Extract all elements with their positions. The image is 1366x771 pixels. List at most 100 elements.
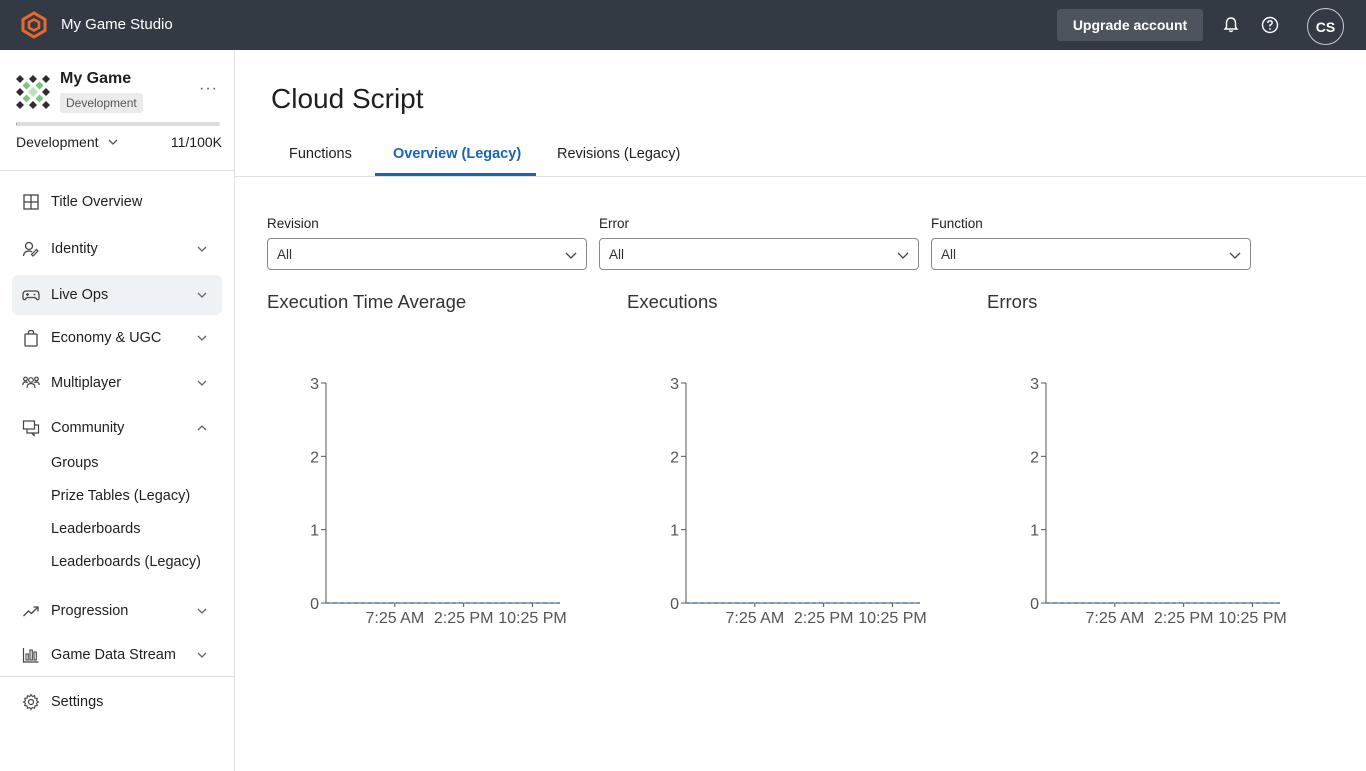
upgrade-account-button[interactable]: Upgrade account <box>1057 9 1203 41</box>
chevron-down-icon <box>197 246 207 252</box>
environment-select-label: Development <box>16 134 99 150</box>
trend-icon <box>23 606 39 617</box>
tab-overview-legacy[interactable]: Overview (Legacy) <box>393 146 521 162</box>
x-tick-label: 10:25 PM <box>498 610 566 627</box>
y-tick-label: 0 <box>670 596 679 613</box>
x-tick-label: 7:25 AM <box>1085 610 1144 627</box>
chevron-down-icon <box>108 139 117 145</box>
x-tick-label: 7:25 AM <box>365 610 424 627</box>
tab-functions[interactable]: Functions <box>289 146 352 162</box>
y-tick-label: 1 <box>1030 523 1039 540</box>
page-title: Cloud Script <box>271 83 424 114</box>
sidebar-item-settings[interactable]: Settings <box>12 682 222 722</box>
y-tick-label: 1 <box>310 523 319 540</box>
sidebar-item-label: Live Ops <box>51 287 109 303</box>
sidebar-item-game-data-stream[interactable]: Game Data Stream <box>12 635 222 675</box>
sidebar-item-progression[interactable]: Progression <box>12 591 222 631</box>
sidebar-subitem-groups[interactable]: Groups <box>51 455 99 471</box>
chevron-down-icon <box>197 380 207 386</box>
chevron-up-icon <box>197 425 207 431</box>
tabs-divider <box>235 176 1366 177</box>
sidebar-item-economy-ugc[interactable]: Economy & UGC <box>12 318 222 358</box>
x-tick-label: 7:25 AM <box>725 610 784 627</box>
gear-icon <box>22 693 40 711</box>
sidebar-item-title-overview[interactable]: Title Overview <box>12 182 222 222</box>
function-select[interactable]: All <box>931 238 1251 270</box>
execution-time-chart-title: Execution Time Average <box>267 291 467 312</box>
chevron-down-icon <box>197 608 207 614</box>
errors-chart: 0 1 2 3 7:25 AM 2:25 PM 10:25 PM <box>1030 376 1287 627</box>
chevron-down-icon <box>197 292 207 298</box>
gamepad-icon <box>22 290 40 301</box>
sidebar-item-label: Economy & UGC <box>51 330 162 346</box>
error-select-value: All <box>609 247 625 262</box>
x-tick-label: 2:25 PM <box>794 610 854 627</box>
chevron-down-icon <box>197 652 207 658</box>
executions-chart: 0 1 2 3 7:25 AM 2:25 PM 10:25 PM <box>670 376 927 627</box>
executions-chart-title: Executions <box>627 291 718 312</box>
environment-badge: Development <box>60 93 143 113</box>
y-tick-label: 1 <box>670 523 679 540</box>
avatar[interactable]: CS <box>1307 8 1344 45</box>
chevron-down-icon <box>565 252 577 259</box>
bag-icon <box>24 329 38 347</box>
errors-chart-title: Errors <box>987 291 1038 312</box>
y-tick-label: 3 <box>670 376 679 393</box>
error-select[interactable]: All <box>599 238 919 270</box>
sidebar-subitem-prize-tables[interactable]: Prize Tables (Legacy) <box>51 488 190 504</box>
y-tick-label: 0 <box>1030 596 1039 613</box>
sidebar-item-community[interactable]: Community <box>12 408 222 448</box>
y-tick-label: 2 <box>670 449 679 466</box>
more-options-button[interactable]: ··· <box>199 80 218 98</box>
y-tick-label: 2 <box>1030 449 1039 466</box>
tab-revisions-legacy[interactable]: Revisions (Legacy) <box>557 146 680 162</box>
x-tick-label: 2:25 PM <box>1154 610 1214 627</box>
x-tick-label: 10:25 PM <box>858 610 926 627</box>
sidebar-item-label: Game Data Stream <box>51 647 176 663</box>
game-icon <box>16 75 50 109</box>
sidebar-item-multiplayer[interactable]: Multiplayer <box>12 363 222 403</box>
usage-bar <box>16 122 220 126</box>
x-tick-label: 2:25 PM <box>434 610 494 627</box>
x-tick-label: 10:25 PM <box>1218 610 1286 627</box>
revision-select[interactable]: All <box>267 238 587 270</box>
function-select-value: All <box>941 247 957 262</box>
execution-time-chart: 0 1 2 3 7:25 AM 2:25 PM 10:25 PM <box>310 376 567 627</box>
usage-bar-fill <box>16 122 17 126</box>
sidebar-item-label: Multiplayer <box>51 375 122 391</box>
revision-filter-label: Revision <box>267 216 319 231</box>
studio-name[interactable]: My Game Studio <box>61 16 173 33</box>
people-icon <box>22 376 40 389</box>
y-tick-label: 0 <box>310 596 319 613</box>
sidebar-item-identity[interactable]: Identity <box>12 229 222 269</box>
grid-icon <box>23 194 39 210</box>
sidebar-item-live-ops[interactable]: Live Ops <box>12 275 222 315</box>
sidebar-subitem-leaderboards[interactable]: Leaderboards <box>51 521 141 537</box>
bar-chart-icon <box>22 648 39 663</box>
sidebar: My Game Development ··· Development 11/1… <box>0 50 235 771</box>
revision-select-value: All <box>277 247 293 262</box>
sidebar-item-label: Progression <box>51 603 129 619</box>
identity-icon <box>22 241 39 257</box>
usage-count: 11/100K <box>170 134 222 150</box>
environment-select[interactable]: Development <box>16 134 119 150</box>
y-tick-label: 2 <box>310 449 319 466</box>
y-tick-label: 3 <box>310 376 319 393</box>
y-tick-label: 3 <box>1030 376 1039 393</box>
sidebar-item-label: Title Overview <box>51 194 143 210</box>
sidebar-item-label: Community <box>51 420 125 436</box>
help-icon[interactable] <box>1260 15 1280 35</box>
error-filter-label: Error <box>599 216 629 231</box>
sidebar-divider <box>0 676 235 677</box>
sidebar-divider <box>0 170 235 171</box>
studio-logo-icon[interactable] <box>20 11 48 39</box>
sidebar-subitem-leaderboards-legacy[interactable]: Leaderboards (Legacy) <box>51 554 201 570</box>
top-bar: My Game Studio Upgrade account CS <box>0 0 1366 50</box>
sidebar-item-label: Settings <box>51 694 104 710</box>
game-name[interactable]: My Game <box>60 70 131 88</box>
function-filter-label: Function <box>931 216 983 231</box>
bell-icon[interactable] <box>1221 15 1241 35</box>
chat-icon <box>22 420 40 437</box>
chevron-down-icon <box>1229 252 1241 259</box>
sidebar-item-label: Identity <box>51 241 98 257</box>
